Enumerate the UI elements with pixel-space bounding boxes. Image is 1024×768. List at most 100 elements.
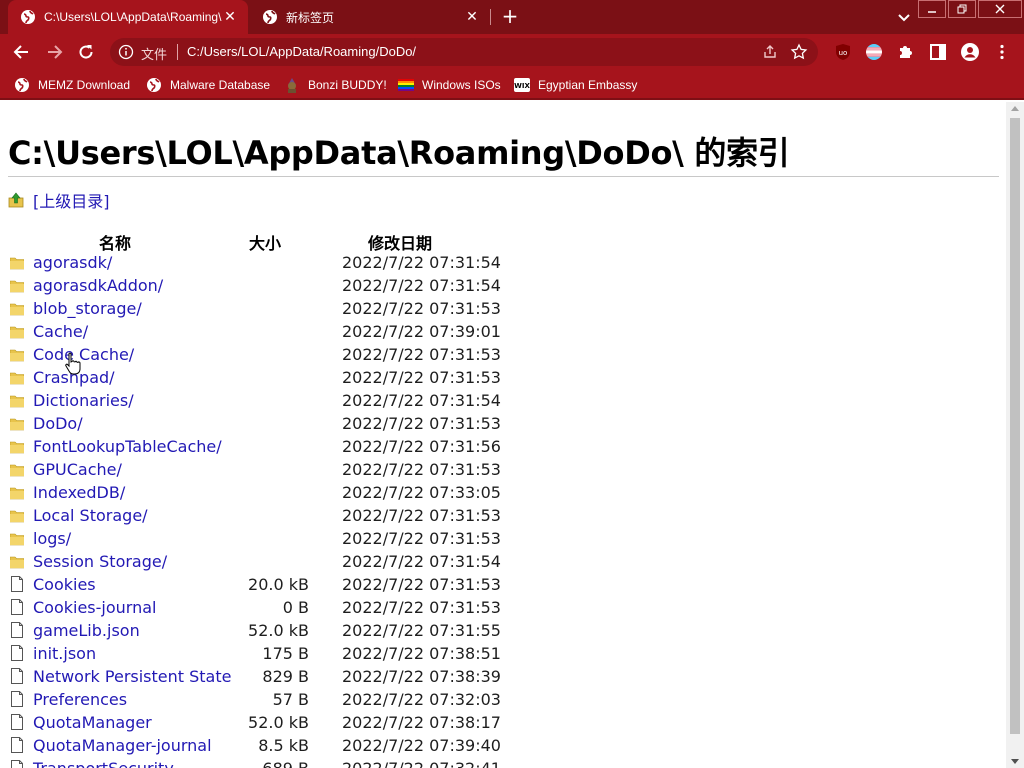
- svg-text:WIX: WIX: [514, 82, 530, 90]
- folder-icon: [10, 418, 24, 431]
- folder-icon: [10, 372, 24, 385]
- file-name-link[interactable]: gameLib.json: [33, 621, 140, 640]
- file-name-link[interactable]: logs/: [33, 529, 71, 548]
- tab-active[interactable]: C:\Users\LOL\AppData\Roaming\DoDo\ ✕: [8, 0, 248, 34]
- parent-directory-row: [上级目录]: [8, 188, 110, 212]
- ublock-icon[interactable]: uo: [833, 42, 853, 62]
- file-size: 52.0 kB: [248, 621, 309, 640]
- profile-flag-icon[interactable]: [864, 42, 884, 62]
- file-name-link[interactable]: agorasdk/: [33, 253, 112, 272]
- file-name-link[interactable]: Cache/: [33, 322, 88, 341]
- folder-icon: [10, 464, 24, 477]
- table-row: Preferences 57 B 2022/7/22 07:32:03: [8, 689, 508, 712]
- bookmark-windows-isos[interactable]: Windows ISOs: [398, 75, 501, 95]
- bookmark-star-icon[interactable]: [790, 43, 808, 61]
- file-name-link[interactable]: QuotaManager: [33, 713, 152, 732]
- parent-directory-link[interactable]: [上级目录]: [33, 188, 110, 212]
- info-icon[interactable]: [118, 44, 134, 60]
- reload-icon[interactable]: [76, 42, 96, 62]
- bookmark-malware-database[interactable]: Malware Database: [146, 75, 270, 95]
- bookmark-memz-download[interactable]: MEMZ Download: [14, 75, 130, 95]
- file-listing: agorasdk/2022/7/22 07:31:54 agorasdkAddon…: [8, 252, 508, 768]
- file-modified-date: 2022/7/22 07:33:05: [342, 483, 501, 502]
- table-row: blob_storage/2022/7/22 07:31:53: [8, 298, 508, 321]
- table-row: Cookies-journal 0 B 2022/7/22 07:31:53: [8, 597, 508, 620]
- restore-button[interactable]: [948, 0, 976, 18]
- file-name-link[interactable]: Local Storage/: [33, 506, 148, 525]
- folder-icon: [10, 533, 24, 546]
- file-name-link[interactable]: DoDo/: [33, 414, 83, 433]
- file-name-link[interactable]: init.json: [33, 644, 96, 663]
- file-name-link[interactable]: GPUCache/: [33, 460, 122, 479]
- bookmark-bonzi-buddy[interactable]: Bonzi BUDDY!: [284, 75, 387, 95]
- file-size: 20.0 kB: [248, 575, 309, 594]
- file-name-link[interactable]: blob_storage/: [33, 299, 142, 318]
- bookmark-egyptian-embassy[interactable]: WIX Egyptian Embassy: [514, 75, 637, 95]
- extensions-puzzle-icon[interactable]: [896, 42, 916, 62]
- file-modified-date: 2022/7/22 07:31:53: [342, 598, 501, 617]
- file-name-link[interactable]: FontLookupTableCache/: [33, 437, 222, 456]
- file-modified-date: 2022/7/22 07:31:53: [342, 506, 501, 525]
- file-name-link[interactable]: Session Storage/: [33, 552, 167, 571]
- rainbow-flag-icon: [398, 79, 414, 91]
- folder-icon: [10, 326, 24, 339]
- menu-kebab-icon[interactable]: [992, 42, 1012, 62]
- close-window-button[interactable]: [978, 0, 1022, 18]
- bookmark-label: MEMZ Download: [38, 78, 131, 92]
- file-name-link[interactable]: Network Persistent State: [33, 667, 231, 686]
- new-tab-button[interactable]: +: [498, 5, 522, 29]
- file-modified-date: 2022/7/22 07:39:40: [342, 736, 501, 755]
- file-name-link[interactable]: Code Cache/: [33, 345, 134, 364]
- file-icon: [11, 714, 23, 730]
- file-modified-date: 2022/7/22 07:38:17: [342, 713, 501, 732]
- folder-icon: [10, 510, 24, 523]
- file-name-link[interactable]: TransportSecurity: [33, 759, 174, 768]
- file-icon: [11, 691, 23, 707]
- scroll-up-arrow-icon[interactable]: [1011, 106, 1019, 111]
- file-name-link[interactable]: agorasdkAddon/: [33, 276, 163, 295]
- back-arrow-icon[interactable]: [12, 42, 32, 62]
- file-name-link[interactable]: QuotaManager-journal: [33, 736, 212, 755]
- forward-arrow-icon[interactable]: [44, 42, 64, 62]
- close-tab-icon[interactable]: ✕: [464, 9, 480, 25]
- file-name-link[interactable]: Dictionaries/: [33, 391, 134, 410]
- table-row: TransportSecurity 689 B 2022/7/22 07:32:41: [8, 758, 508, 768]
- scrollbar-thumb[interactable]: [1010, 118, 1020, 734]
- file-modified-date: 2022/7/22 07:38:39: [342, 667, 501, 686]
- wix-icon: WIX: [514, 78, 530, 92]
- column-header-size[interactable]: 大小: [249, 230, 281, 254]
- column-header-name[interactable]: 名称: [99, 230, 131, 254]
- file-modified-date: 2022/7/22 07:31:55: [342, 621, 501, 640]
- folder-icon: [10, 487, 24, 500]
- chevron-down-icon[interactable]: [893, 7, 915, 27]
- tab-new-tab[interactable]: 新标签页 ✕: [250, 0, 490, 34]
- tab-divider: [490, 9, 491, 25]
- vertical-scrollbar[interactable]: [1006, 102, 1024, 768]
- table-row: agorasdk/2022/7/22 07:31:54: [8, 252, 508, 275]
- table-row: Crashpad/2022/7/22 07:31:53: [8, 367, 508, 390]
- file-name-link[interactable]: Preferences: [33, 690, 127, 709]
- file-size: 829 B: [262, 667, 309, 686]
- side-panel-icon[interactable]: [928, 42, 948, 62]
- url-text[interactable]: C:/Users/LOL/AppData/Roaming/DoDo/: [187, 44, 416, 59]
- globe-icon: [21, 10, 35, 24]
- file-name-link[interactable]: Cookies: [33, 575, 96, 594]
- scroll-down-arrow-icon[interactable]: [1011, 759, 1019, 764]
- table-row: Cookies 20.0 kB 2022/7/22 07:31:53: [8, 574, 508, 597]
- column-header-date[interactable]: 修改日期: [368, 230, 432, 254]
- globe-icon: [15, 78, 29, 92]
- tab-strip: C:\Users\LOL\AppData\Roaming\DoDo\ ✕ 新标签…: [0, 0, 1024, 34]
- bookmark-label: Malware Database: [170, 78, 271, 92]
- share-icon[interactable]: [762, 44, 778, 60]
- file-name-link[interactable]: Cookies-journal: [33, 598, 156, 617]
- minimize-icon: [928, 11, 936, 13]
- close-tab-icon[interactable]: ✕: [222, 9, 238, 25]
- profile-avatar-icon[interactable]: [960, 42, 980, 62]
- minimize-button[interactable]: [918, 0, 946, 18]
- page-content: C:\Users\LOL\AppData\Roaming\DoDo\ 的索引 […: [0, 102, 1006, 768]
- file-name-link[interactable]: IndexedDB/: [33, 483, 125, 502]
- file-size: 57 B: [272, 690, 309, 709]
- omnibox-divider: [177, 44, 178, 60]
- file-modified-date: 2022/7/22 07:31:54: [342, 552, 501, 571]
- address-bar[interactable]: 文件 C:/Users/LOL/AppData/Roaming/DoDo/: [110, 38, 818, 66]
